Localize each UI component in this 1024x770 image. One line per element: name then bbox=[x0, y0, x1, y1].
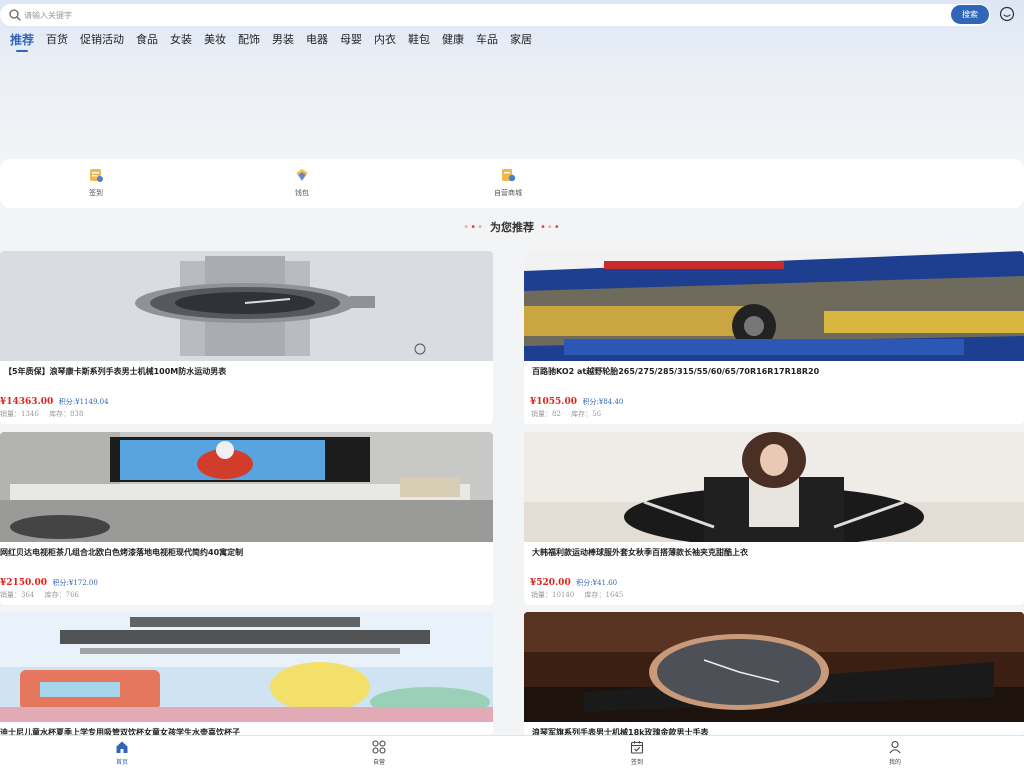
quick-nav-label: 自营商城 bbox=[494, 189, 522, 197]
recommend-title: 为您推荐 bbox=[490, 221, 534, 234]
product-points: 积分:¥84.40 bbox=[582, 398, 624, 406]
stock-row: 销量：364 库存：766 bbox=[0, 590, 87, 600]
product-card[interactable]: 大韩福利款运动棒球服外套女秋季百搭薄款长袖夹克甜酷上衣 ¥520.00 积分:¥… bbox=[524, 432, 1024, 605]
product-image bbox=[524, 432, 1024, 542]
category-tab[interactable]: 促销活动 bbox=[80, 32, 124, 52]
category-tab[interactable]: 食品 bbox=[136, 32, 158, 52]
product-image bbox=[0, 251, 493, 361]
product-card[interactable]: 【5年质保】浪琴康卡斯系列手表男士机械100M防水运动男表 ¥14363.00 … bbox=[0, 251, 493, 424]
grid-icon bbox=[372, 740, 386, 754]
price-row: ¥520.00 积分:¥41.60 bbox=[530, 578, 617, 588]
category-tab[interactable]: 男装 bbox=[272, 32, 294, 52]
product-name: 【5年质保】浪琴康卡斯系列手表男士机械100M防水运动男表 bbox=[4, 367, 227, 376]
decorative-dots: ••• bbox=[540, 221, 561, 233]
product-price: ¥520.00 bbox=[530, 578, 571, 588]
search-bar[interactable] bbox=[0, 4, 990, 26]
home-icon bbox=[116, 741, 128, 753]
checkin-icon bbox=[90, 169, 103, 182]
price-row: ¥2150.00 积分:¥172.00 bbox=[0, 578, 98, 588]
search-input[interactable] bbox=[24, 7, 924, 23]
category-tab[interactable]: 电器 bbox=[306, 32, 328, 52]
price-row: ¥14363.00 积分:¥1149.04 bbox=[0, 397, 109, 407]
search-button[interactable]: 搜索 bbox=[951, 5, 989, 24]
price-row: ¥1055.00 积分:¥84.40 bbox=[530, 397, 623, 407]
product-sales: 销量：10140 bbox=[531, 591, 575, 599]
category-nav: 推荐 百货 促销活动 食品 女装 美妆 配饰 男装 电器 母婴 内衣 鞋包 健康… bbox=[10, 32, 544, 52]
quick-nav-wallet[interactable]: 钱包 bbox=[272, 167, 332, 198]
stock-row: 销量：82 库存：56 bbox=[531, 409, 609, 419]
tab-label: 签到 bbox=[630, 759, 643, 766]
quick-nav: 签到 钱包 自营商城 bbox=[0, 159, 1024, 208]
product-stock: 库存：1645 bbox=[584, 591, 624, 599]
tab-self-operated[interactable]: 自营 bbox=[349, 740, 409, 766]
product-card[interactable]: 网红贝达电视柜茶几组合北欧白色烤漆落地电视柜现代简约40寓定制 ¥2150.00… bbox=[0, 432, 493, 605]
user-icon bbox=[889, 740, 901, 754]
product-name: 浪琴军旗系列手表男士机械18k玫瑰金款男士手表 bbox=[532, 728, 709, 735]
category-tab[interactable]: 配饰 bbox=[238, 32, 260, 52]
product-name: 百路驰KO2 at越野轮胎265/275/285/315/55/60/65/70… bbox=[532, 367, 820, 376]
tab-label: 我的 bbox=[888, 759, 901, 766]
message-icon[interactable] bbox=[999, 6, 1015, 22]
category-tab[interactable]: 百货 bbox=[46, 32, 68, 52]
header: 搜索 推荐 百货 促销活动 食品 女装 美妆 配饰 男装 电器 母婴 内衣 鞋包… bbox=[0, 0, 1024, 158]
product-name: 网红贝达电视柜茶几组合北欧白色烤漆落地电视柜现代简约40寓定制 bbox=[0, 548, 244, 557]
wallet-icon bbox=[296, 169, 308, 181]
quick-nav-label: 签到 bbox=[89, 189, 103, 197]
tab-label: 自营 bbox=[372, 759, 385, 766]
product-image bbox=[524, 612, 1024, 722]
product-points: 积分:¥1149.04 bbox=[58, 398, 109, 406]
product-name: 大韩福利款运动棒球服外套女秋季百搭薄款长袖夹克甜酷上衣 bbox=[532, 548, 748, 557]
search-icon bbox=[9, 9, 21, 21]
quick-nav-store[interactable]: 自营商城 bbox=[478, 167, 538, 198]
product-image bbox=[524, 251, 1024, 361]
stock-row: 销量：10140 库存：1645 bbox=[531, 590, 631, 600]
category-tab[interactable]: 美妆 bbox=[204, 32, 226, 52]
calendar-check-icon bbox=[630, 741, 644, 754]
bottom-tab-bar: 首页 自营 签到 我的 bbox=[0, 735, 1024, 770]
product-name: 迪士尼儿童水杯夏季上学专用吸管双饮杯女童女孩学生水壶喜饮杯子 bbox=[0, 728, 240, 735]
decorative-dots: ••• bbox=[463, 221, 484, 233]
tab-checkin[interactable]: 签到 bbox=[607, 740, 667, 766]
product-sales: 销量：82 bbox=[531, 410, 561, 418]
product-sales: 销量：1346 bbox=[0, 410, 39, 418]
category-tab[interactable]: 鞋包 bbox=[408, 32, 430, 52]
quick-nav-checkin[interactable]: 签到 bbox=[66, 167, 126, 198]
quick-nav-label: 钱包 bbox=[295, 189, 309, 197]
product-price: ¥14363.00 bbox=[0, 397, 54, 407]
product-price: ¥1055.00 bbox=[530, 397, 577, 407]
product-card[interactable]: 迪士尼儿童水杯夏季上学专用吸管双饮杯女童女孩学生水壶喜饮杯子 bbox=[0, 612, 493, 735]
product-price: ¥2150.00 bbox=[0, 578, 47, 588]
product-stock: 库存：766 bbox=[44, 591, 79, 599]
product-image bbox=[0, 612, 493, 722]
tab-label: 首页 bbox=[115, 759, 128, 766]
product-points: 积分:¥172.00 bbox=[52, 579, 98, 587]
product-card[interactable]: 浪琴军旗系列手表男士机械18k玫瑰金款男士手表 bbox=[524, 612, 1024, 735]
store-icon bbox=[502, 169, 516, 182]
product-sales: 销量：364 bbox=[0, 591, 35, 599]
category-tab[interactable]: 家居 bbox=[510, 32, 532, 52]
product-points: 积分:¥41.60 bbox=[576, 579, 618, 587]
recommend-section-title: ••• 为您推荐 ••• bbox=[0, 219, 1024, 235]
category-tab[interactable]: 健康 bbox=[442, 32, 464, 52]
category-tab[interactable]: 内衣 bbox=[374, 32, 396, 52]
category-tab[interactable]: 女装 bbox=[170, 32, 192, 52]
category-tab[interactable]: 母婴 bbox=[340, 32, 362, 52]
product-stock: 库存：838 bbox=[49, 410, 84, 418]
tab-home[interactable]: 首页 bbox=[92, 740, 152, 766]
product-card[interactable]: 百路驰KO2 at越野轮胎265/275/285/315/55/60/65/70… bbox=[524, 251, 1024, 424]
product-stock: 库存：56 bbox=[571, 410, 602, 418]
stock-row: 销量：1346 库存：838 bbox=[0, 409, 91, 419]
tab-mine[interactable]: 我的 bbox=[865, 740, 925, 766]
category-tab-recommend[interactable]: 推荐 bbox=[10, 32, 34, 52]
category-tab[interactable]: 车品 bbox=[476, 32, 498, 52]
product-image bbox=[0, 432, 493, 542]
